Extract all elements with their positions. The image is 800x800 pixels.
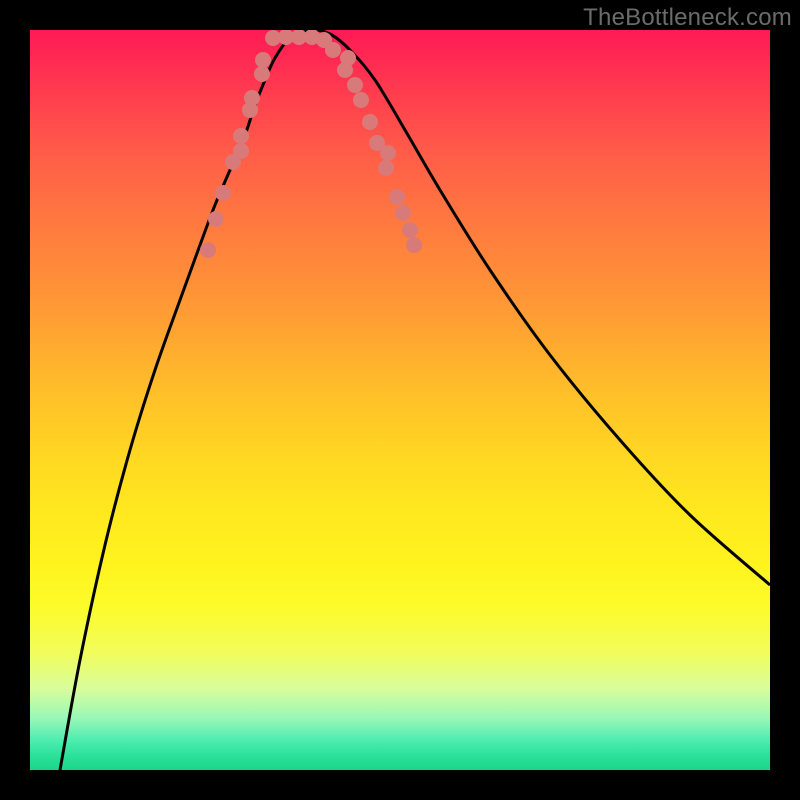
sample-dot xyxy=(215,185,231,201)
sample-dot xyxy=(395,205,411,221)
sample-dot xyxy=(347,77,363,93)
sample-dot xyxy=(380,145,396,161)
sample-dot xyxy=(402,222,418,238)
sample-dot xyxy=(340,50,356,66)
sample-dot xyxy=(233,128,249,144)
sample-dot xyxy=(244,90,260,106)
plot-area xyxy=(30,30,770,770)
sample-dot xyxy=(353,92,369,108)
sample-dot xyxy=(389,189,405,205)
bottleneck-curve xyxy=(60,30,770,770)
sample-dot xyxy=(378,160,394,176)
sample-dot xyxy=(254,66,270,82)
sample-dot xyxy=(325,42,341,58)
watermark-text: TheBottleneck.com xyxy=(583,4,792,32)
sample-dot xyxy=(200,242,216,258)
sample-dot xyxy=(208,211,224,227)
sample-dot xyxy=(406,237,422,253)
chart-frame: TheBottleneck.com xyxy=(0,0,800,800)
bottleneck-chart-svg xyxy=(30,30,770,770)
sample-dot xyxy=(362,114,378,130)
sample-dot xyxy=(255,52,271,68)
sample-dots xyxy=(200,30,422,258)
sample-dot xyxy=(233,143,249,159)
